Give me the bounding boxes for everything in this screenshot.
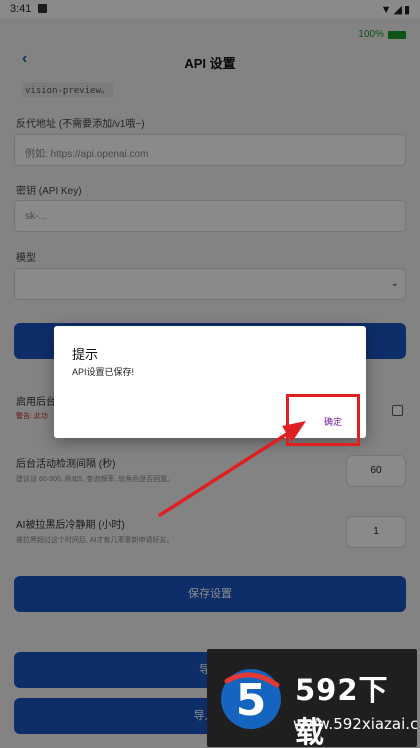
watermark-site: www.592xiazai.com [293, 715, 417, 733]
annotation-arrow [158, 421, 306, 517]
watermark-brand: 592下载 [295, 673, 389, 747]
svg-text:5: 5 [236, 675, 267, 726]
592-logo-icon: 5 [221, 669, 281, 729]
watermark-logo: 5 592下载 www.592xiazai.com [207, 649, 417, 747]
